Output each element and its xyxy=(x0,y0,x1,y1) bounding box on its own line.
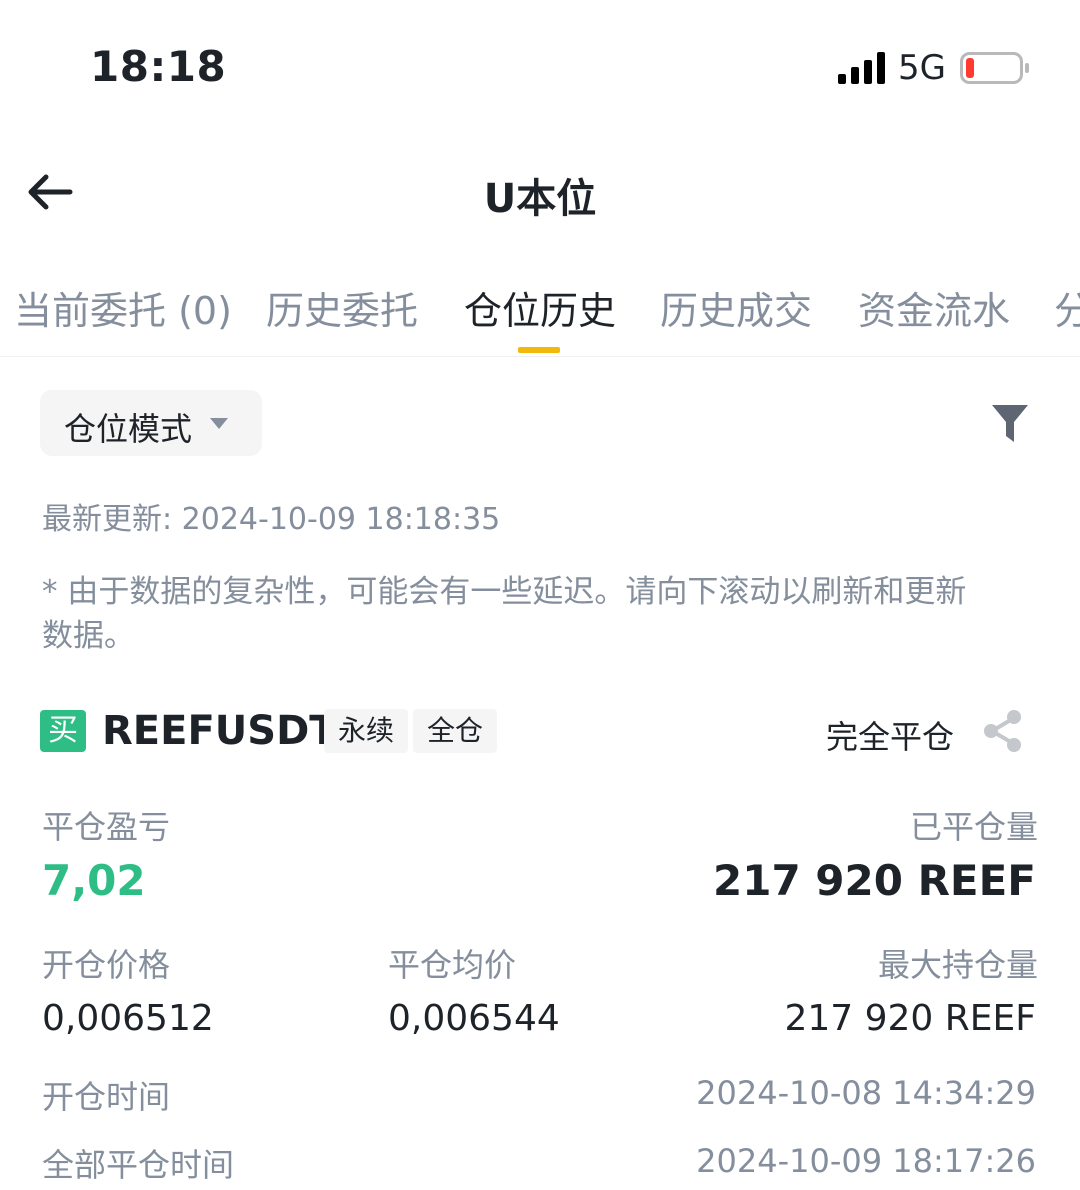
open-price-label: 开仓价格 xyxy=(42,946,171,984)
page-title: U本位 xyxy=(483,176,597,222)
perpetual-tag: 永续 xyxy=(324,709,409,753)
pnl-value: 7,02 xyxy=(42,856,146,905)
share-icon[interactable] xyxy=(980,708,1026,754)
network-label: 5G xyxy=(898,48,946,88)
signal-icon xyxy=(838,52,885,84)
max-qty-label: 最大持仓量 xyxy=(877,946,1038,984)
tab-position-history[interactable]: 仓位历史 xyxy=(464,280,616,335)
active-tab-indicator xyxy=(518,347,560,353)
tab-bar: 当前委托 (0) 历史委托 仓位历史 历史成交 资金流水 分 xyxy=(0,280,1080,357)
close-time-label: 全部平仓时间 xyxy=(42,1146,235,1184)
tab-transaction-history[interactable]: 资金流水 xyxy=(858,280,1010,335)
buy-badge: 买 xyxy=(40,710,86,752)
max-qty-value: 217 920 REEF xyxy=(784,998,1036,1039)
open-price-value: 0,006512 xyxy=(42,998,214,1039)
status-time: 18:18 xyxy=(90,42,227,91)
close-time-value: 2024-10-09 18:17:26 xyxy=(696,1142,1036,1180)
pnl-label: 平仓盈亏 xyxy=(42,808,171,846)
symbol-name: REEFUSDT xyxy=(102,708,337,754)
last-updated-text: 最新更新: 2024-10-09 18:18:35 xyxy=(42,502,501,537)
open-time-label: 开仓时间 xyxy=(42,1078,171,1116)
caret-down-icon xyxy=(210,418,228,429)
cross-margin-tag: 全仓 xyxy=(413,709,498,753)
tab-order-history[interactable]: 历史委托 xyxy=(266,280,418,335)
tab-trade-history[interactable]: 历史成交 xyxy=(660,280,812,335)
delay-notice: * 由于数据的复杂性，可能会有一些延迟。请向下滚动以刷新和更新数据。 xyxy=(42,574,967,654)
closed-qty-label: 已平仓量 xyxy=(909,808,1038,846)
position-mode-label: 仓位模式 xyxy=(64,410,193,448)
closed-qty-value: 217 920 REEF xyxy=(713,856,1036,905)
tab-open-orders[interactable]: 当前委托 (0) xyxy=(14,280,232,335)
position-mode-dropdown[interactable]: 仓位模式 xyxy=(40,390,262,456)
position-status: 完全平仓 xyxy=(826,718,955,756)
filter-icon[interactable] xyxy=(990,402,1030,446)
avg-close-price-label: 平仓均价 xyxy=(388,946,517,984)
battery-low-icon xyxy=(960,52,1029,84)
open-time-value: 2024-10-08 14:34:29 xyxy=(696,1074,1036,1112)
tab-more[interactable]: 分 xyxy=(1054,280,1080,335)
avg-close-price-value: 0,006544 xyxy=(388,998,560,1039)
